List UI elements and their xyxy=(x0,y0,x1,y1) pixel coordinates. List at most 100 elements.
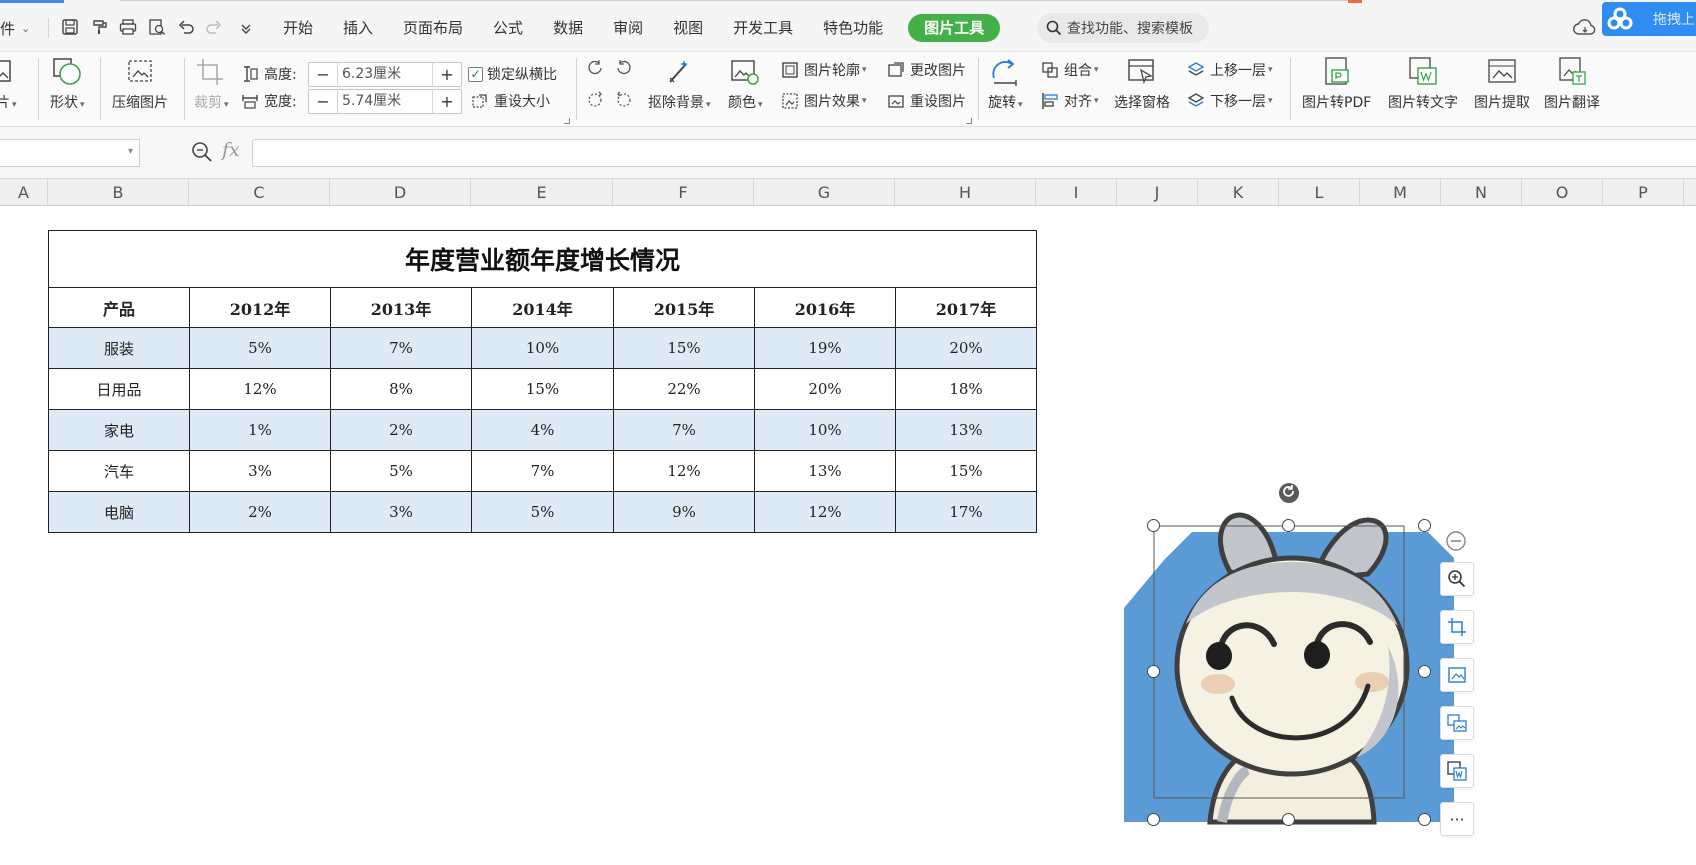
tab-insert[interactable]: 插入 xyxy=(328,14,388,42)
table-cell[interactable]: 7% xyxy=(613,409,755,451)
column-header[interactable]: B xyxy=(48,179,189,206)
customize-toolbar-icon[interactable] xyxy=(234,15,258,39)
table-cell[interactable]: 10% xyxy=(754,409,896,451)
table-header[interactable]: 2014年 xyxy=(471,287,614,328)
crop-button[interactable]: 裁剪 ▾ xyxy=(194,56,229,112)
picture-effects-button[interactable] xyxy=(1440,658,1474,692)
table-cell[interactable]: 汽车 xyxy=(48,450,190,492)
flip-horizontal-icon[interactable] xyxy=(614,87,638,111)
picture-to-text-quick-button[interactable] xyxy=(1440,754,1474,788)
column-header[interactable]: A xyxy=(0,179,48,206)
table-cell[interactable]: 服装 xyxy=(48,327,190,369)
table-cell[interactable]: 5% xyxy=(189,327,331,369)
column-header[interactable]: G xyxy=(754,179,895,206)
table-header[interactable]: 2017年 xyxy=(895,287,1037,328)
tab-view[interactable]: 视图 xyxy=(658,14,718,42)
size-dialog-launcher[interactable] xyxy=(564,118,570,124)
rotate-left-icon[interactable] xyxy=(585,56,609,80)
table-header[interactable]: 2012年 xyxy=(189,287,331,328)
height-decrease-button[interactable]: − xyxy=(309,63,337,86)
print-icon[interactable] xyxy=(116,15,140,39)
send-backward-button[interactable]: 下移一层 ▾ xyxy=(1186,89,1273,113)
width-stepper[interactable]: − 5.74厘米 + xyxy=(308,89,462,114)
table-cell[interactable]: 15% xyxy=(613,327,755,369)
column-header[interactable]: L xyxy=(1279,179,1360,206)
tab-picture-tools[interactable]: 图片工具 xyxy=(908,14,1001,42)
align-button[interactable]: 对齐 ▾ xyxy=(1040,89,1099,113)
column-header[interactable]: D xyxy=(330,179,471,206)
more-options-button[interactable]: ··· xyxy=(1440,802,1474,836)
width-increase-button[interactable]: + xyxy=(433,90,461,113)
table-cell[interactable]: 20% xyxy=(895,327,1037,369)
replace-picture-button[interactable] xyxy=(1440,706,1474,740)
crop-picture-button[interactable] xyxy=(1440,610,1474,644)
table-cell[interactable]: 3% xyxy=(330,491,472,533)
picture-to-text-button[interactable]: 图片转文字 xyxy=(1388,56,1458,112)
format-painter-icon[interactable] xyxy=(88,15,112,39)
name-box[interactable]: ▾ xyxy=(0,139,140,167)
shape-button[interactable]: 形状 ▾ xyxy=(50,56,85,112)
table-header[interactable]: 2015年 xyxy=(613,287,755,328)
zoom-picture-button[interactable] xyxy=(1440,562,1474,596)
undo-icon[interactable] xyxy=(174,15,198,39)
column-header[interactable]: F xyxy=(613,179,754,206)
color-button[interactable]: 颜色 ▾ xyxy=(728,56,763,112)
resize-handle-bottom-left[interactable] xyxy=(1147,813,1160,826)
formula-input[interactable] xyxy=(252,139,1696,167)
resize-handle-top-left[interactable] xyxy=(1147,519,1160,532)
tab-formula[interactable]: 公式 xyxy=(478,14,538,42)
table-cell[interactable]: 15% xyxy=(471,368,614,410)
height-value[interactable]: 6.23厘米 xyxy=(337,63,433,86)
picture-to-pdf-button[interactable]: 图片转PDF xyxy=(1302,56,1371,112)
redo-icon[interactable] xyxy=(202,15,226,39)
tab-review[interactable]: 审阅 xyxy=(598,14,658,42)
table-cell[interactable]: 19% xyxy=(754,327,896,369)
table-cell[interactable]: 2% xyxy=(330,409,472,451)
table-cell[interactable]: 12% xyxy=(754,491,896,533)
file-menu[interactable]: 文件 ⌄ xyxy=(0,16,30,40)
table-cell[interactable]: 电脑 xyxy=(48,491,190,533)
zoom-icon[interactable] xyxy=(190,140,214,164)
table-cell[interactable]: 4% xyxy=(471,409,614,451)
resize-handle-right[interactable] xyxy=(1418,665,1431,678)
tab-developer[interactable]: 开发工具 xyxy=(718,14,808,42)
table-cell[interactable]: 20% xyxy=(754,368,896,410)
reset-size-button[interactable]: 重设大小 xyxy=(470,89,550,113)
table-cell[interactable]: 1% xyxy=(189,409,331,451)
table-cell[interactable]: 12% xyxy=(613,450,755,492)
tab-data[interactable]: 数据 xyxy=(538,14,598,42)
column-header[interactable]: E xyxy=(471,179,613,206)
table-cell[interactable]: 家电 xyxy=(48,409,190,451)
tab-special[interactable]: 特色功能 xyxy=(808,14,898,42)
tab-page-layout[interactable]: 页面布局 xyxy=(388,14,478,42)
search-box[interactable]: 查找功能、搜索模板 xyxy=(1037,13,1209,43)
bring-forward-button[interactable]: 上移一层 ▾ xyxy=(1186,58,1273,82)
table-cell[interactable]: 22% xyxy=(613,368,755,410)
column-header[interactable]: O xyxy=(1522,179,1603,206)
remove-background-button[interactable]: 抠除背景 ▾ xyxy=(648,56,711,112)
insert-picture-button[interactable]: 图片▾ xyxy=(0,56,17,112)
column-header[interactable]: P xyxy=(1603,179,1684,206)
column-header[interactable]: M xyxy=(1360,179,1441,206)
table-cell[interactable]: 15% xyxy=(895,450,1037,492)
table-cell[interactable]: 18% xyxy=(895,368,1037,410)
table-header[interactable]: 2016年 xyxy=(754,287,896,328)
table-cell[interactable]: 日用品 xyxy=(48,368,190,410)
width-decrease-button[interactable]: − xyxy=(309,90,337,113)
table-cell[interactable]: 13% xyxy=(895,409,1037,451)
table-cell[interactable]: 10% xyxy=(471,327,614,369)
tab-home[interactable]: 开始 xyxy=(268,14,328,42)
flip-vertical-icon[interactable] xyxy=(585,87,609,111)
width-value[interactable]: 5.74厘米 xyxy=(337,90,433,113)
table-cell[interactable]: 5% xyxy=(330,450,472,492)
height-increase-button[interactable]: + xyxy=(433,63,461,86)
resize-handle-left[interactable] xyxy=(1147,665,1160,678)
save-icon[interactable] xyxy=(58,15,82,39)
rotate-button[interactable]: 旋转 ▾ xyxy=(988,56,1023,112)
table-cell[interactable]: 7% xyxy=(471,450,614,492)
table-cell[interactable]: 5% xyxy=(471,491,614,533)
collapse-toolbar-icon[interactable] xyxy=(1445,530,1467,552)
picture-effect-button[interactable]: 图片效果 ▾ xyxy=(780,89,867,113)
resize-handle-bottom[interactable] xyxy=(1282,813,1295,826)
print-preview-icon[interactable] xyxy=(145,15,169,39)
